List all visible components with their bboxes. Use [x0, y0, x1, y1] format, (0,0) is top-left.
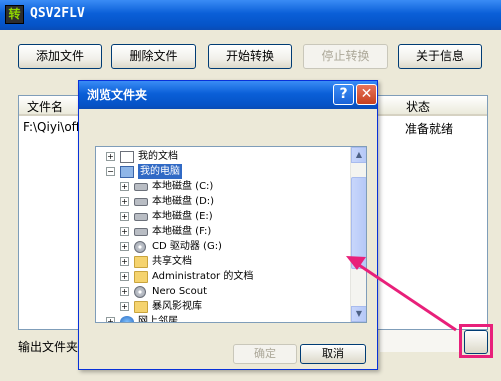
tree-item[interactable]: + 本地磁盘 (C:) [96, 179, 346, 194]
tree-item[interactable]: + 本地磁盘 (D:) [96, 194, 346, 209]
tree-item-label: 本地磁盘 (C:) [152, 181, 214, 192]
folder-tree[interactable]: + 网上邻居 + 暴风影视库 + Nero Scout + Administrator 的文档… [95, 146, 367, 323]
column-header-filename[interactable]: 文件名 [27, 98, 63, 115]
tree-scrollbar[interactable]: ▲ ▼ [350, 147, 366, 322]
tree-expander-icon[interactable]: + [120, 227, 129, 236]
add-file-button[interactable]: 添加文件 [18, 44, 102, 69]
tree-item-label: 暴风影视库 [152, 301, 202, 312]
tree-item-label: 本地磁盘 (D:) [152, 196, 215, 207]
tree-expander-icon[interactable]: − [106, 167, 115, 176]
screen: 转 QSV2FLV 添加文件 删除文件 开始转换 停止转换 关于信息 文件名 状… [0, 0, 501, 381]
tree-item-label: 本地磁盘 (F:) [152, 226, 212, 237]
folder-icon [134, 301, 148, 313]
file-row-status: 准备就绪 [405, 122, 454, 136]
scroll-thumb[interactable] [351, 177, 366, 269]
highlight-box-annotation [459, 324, 493, 358]
tree-expander-icon[interactable]: + [120, 287, 129, 296]
scroll-down-icon[interactable]: ▼ [351, 306, 366, 322]
stop-convert-button[interactable]: 停止转换 [303, 44, 388, 69]
computer-icon [120, 166, 134, 178]
cd-icon [134, 241, 146, 253]
app-icon: 转 [5, 5, 24, 24]
close-icon[interactable]: ✕ [356, 84, 377, 105]
main-title-bar[interactable]: 转 QSV2FLV [0, 0, 501, 30]
tree-item[interactable]: + Nero Scout [96, 284, 346, 299]
tree-item[interactable]: + 网上邻居 [96, 314, 346, 323]
tree-expander-icon[interactable]: + [120, 272, 129, 281]
tree-expander-icon[interactable]: + [120, 302, 129, 311]
docs-icon [120, 151, 134, 163]
tree-item-label: 网上邻居 [138, 316, 178, 323]
tree-expander-icon[interactable]: + [106, 152, 115, 161]
tree-expander-icon[interactable]: + [120, 182, 129, 191]
drive-icon [134, 213, 148, 221]
file-row-filename[interactable]: F:\Qiyi\offl [23, 120, 83, 134]
dialog-title-bar[interactable]: 浏览文件夹 ? ✕ [79, 81, 377, 109]
folder-icon [134, 256, 148, 268]
tree-item[interactable]: + 暴风影视库 [96, 299, 346, 314]
drive-icon [134, 198, 148, 206]
tree-item[interactable]: − 我的电脑 [96, 164, 346, 179]
tree-expander-icon[interactable]: + [120, 197, 129, 206]
tree-item-label: 本地磁盘 (E:) [152, 211, 213, 222]
delete-file-button[interactable]: 删除文件 [111, 44, 196, 69]
main-window-title: QSV2FLV [30, 6, 85, 21]
output-folder-input[interactable] [380, 330, 460, 352]
tree-expander-icon[interactable]: + [106, 317, 115, 322]
about-button[interactable]: 关于信息 [398, 44, 482, 69]
tree-item-label: 我的电脑 [138, 164, 182, 179]
folder-icon [134, 271, 148, 283]
tree-item-label: Nero Scout [152, 286, 208, 297]
tree-item[interactable]: + Administrator 的文档 [96, 269, 346, 284]
tree-item-label: Administrator 的文档 [152, 271, 254, 282]
ok-button[interactable]: 确定 [233, 344, 297, 364]
output-folder-label: 输出文件夹 [18, 340, 79, 354]
nero-icon [134, 286, 146, 298]
tree-item-label: CD 驱动器 (G:) [152, 241, 222, 252]
tree-item-label: 共享文档 [152, 256, 192, 267]
tree-item[interactable]: + 共享文档 [96, 254, 346, 269]
column-header-status[interactable]: 状态 [406, 98, 430, 115]
help-icon[interactable]: ? [333, 84, 354, 105]
tree-expander-icon[interactable]: + [120, 257, 129, 266]
cancel-button[interactable]: 取消 [300, 344, 366, 364]
scroll-up-icon[interactable]: ▲ [351, 147, 366, 163]
tree-expander-icon[interactable]: + [120, 212, 129, 221]
tree-item-label: 我的文档 [138, 151, 178, 162]
dialog-title: 浏览文件夹 [87, 88, 148, 102]
browse-folder-dialog: 浏览文件夹 ? ✕ + 网上邻居 + 暴风影视库 + Nero Scout + Adminis… [78, 80, 378, 370]
drive-icon [134, 183, 148, 191]
tree-item[interactable]: + 我的文档 [96, 149, 346, 164]
drive-icon [134, 228, 148, 236]
tree-item[interactable]: + CD 驱动器 (G:) [96, 239, 346, 254]
start-convert-button[interactable]: 开始转换 [208, 44, 292, 69]
tree-item[interactable]: + 本地磁盘 (E:) [96, 209, 346, 224]
tree-item[interactable]: + 本地磁盘 (F:) [96, 224, 346, 239]
network-icon [120, 316, 134, 322]
tree-expander-icon[interactable]: + [120, 242, 129, 251]
